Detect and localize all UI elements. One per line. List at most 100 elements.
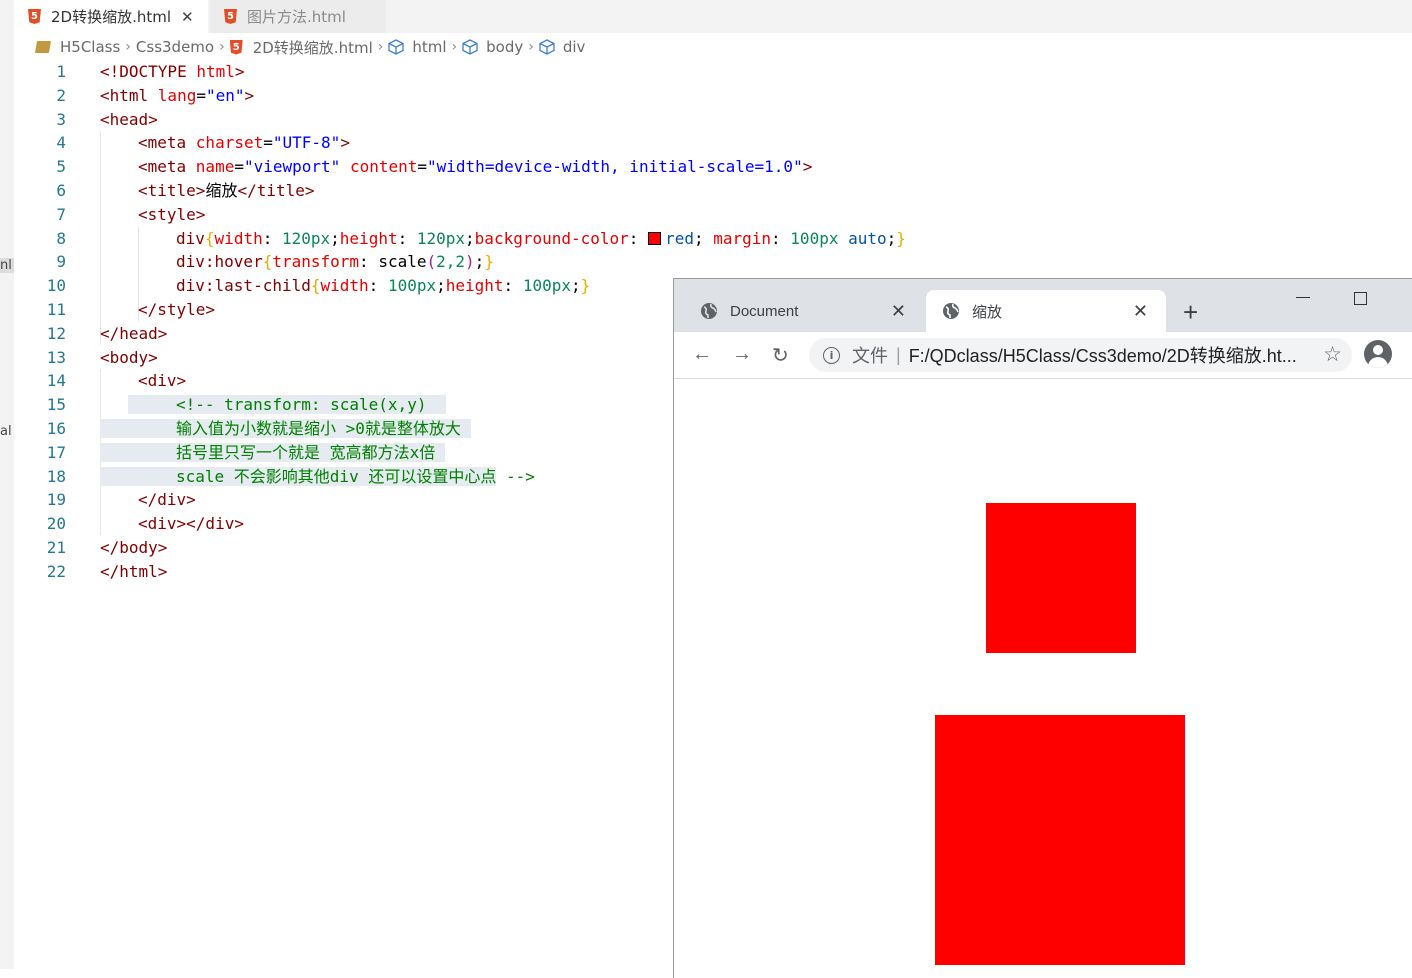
chevron-right-icon: › <box>451 39 458 55</box>
breadcrumb-item-html[interactable]: html <box>388 38 447 56</box>
code-token: --> <box>496 466 535 486</box>
code-line-1: <!DOCTYPE html> <box>100 60 1412 84</box>
code-line-4: <meta charset="UTF-8"> <box>100 131 1412 155</box>
line-number: 3 <box>56 109 66 129</box>
breadcrumb-label: H5Class <box>60 38 121 56</box>
panel-fragment: nl <box>0 258 14 273</box>
code-token: : <box>397 228 417 248</box>
code-token: 120px <box>416 228 466 248</box>
browser-toolbar: ← → ↻ i 文件 | F:/QDclass/H5Class/Css3demo… <box>674 332 1412 379</box>
code-token: <meta <box>138 133 196 153</box>
close-icon[interactable]: ✕ <box>181 8 194 26</box>
cube-icon <box>462 39 478 55</box>
code-token: > <box>244 85 255 105</box>
code-token: content <box>349 157 418 177</box>
code-token: ; <box>330 228 340 248</box>
code-token: </body> <box>100 537 168 557</box>
code-token: div <box>176 228 205 248</box>
code-token: = <box>263 133 273 153</box>
breadcrumb-item-h5class[interactable]: H5Class <box>34 38 121 56</box>
line-number: 8 <box>56 228 66 248</box>
browser-tab-document[interactable]: Document ✕ <box>674 290 924 332</box>
minimize-icon[interactable] <box>1296 297 1310 298</box>
line-number: 13 <box>46 347 66 367</box>
breadcrumb-item-css3demo[interactable]: Css3demo <box>136 38 214 56</box>
code-token: <style> <box>138 204 206 224</box>
info-icon[interactable]: i <box>823 346 840 364</box>
breadcrumb-item-file[interactable]: 5 2D转换缩放.html <box>229 37 373 58</box>
red-square-div[interactable] <box>986 503 1136 653</box>
chevron-right-icon: › <box>125 39 131 55</box>
code-token: "viewport" <box>243 157 341 177</box>
code-token: ; <box>693 228 714 248</box>
code-token: = <box>417 157 428 177</box>
address-bar[interactable]: i 文件 | F:/QDclass/H5Class/Css3demo/2D转换缩… <box>809 338 1352 372</box>
address-divider: | <box>896 344 901 365</box>
code-token: ) <box>465 252 475 272</box>
code-token: red <box>665 228 694 248</box>
code-line-6: <title>缩放</title> <box>100 179 1412 203</box>
maximize-icon[interactable] <box>1354 292 1367 305</box>
bookmark-star-icon[interactable]: ☆ <box>1323 342 1342 367</box>
avatar-body <box>1368 357 1388 368</box>
code-token: <body> <box>100 347 158 367</box>
breadcrumb-label: body <box>486 38 524 56</box>
line-number: 20 <box>46 514 66 534</box>
code-token: 100px <box>790 228 839 248</box>
code-token: ; <box>886 228 897 248</box>
code-token: transform <box>272 252 360 272</box>
line-number: 22 <box>46 561 66 581</box>
code-line-7: <style> <box>100 203 1412 227</box>
tab-image-method-html[interactable]: 5 图片方法.html <box>210 0 386 33</box>
code-token: height <box>445 276 504 296</box>
code-token: charset <box>195 133 264 153</box>
code-token: : <box>503 276 523 296</box>
html5-icon: 5 <box>28 9 41 24</box>
browser-tab-scale[interactable]: 缩放 ✕ <box>926 290 1166 332</box>
code-line-5: <meta name="viewport" content="width=dev… <box>100 155 1412 179</box>
forward-arrow-icon[interactable]: → <box>732 343 752 366</box>
address-scheme-label: 文件 <box>852 346 888 366</box>
activity-strip: nl al <box>0 0 14 969</box>
browser-tab-strip: Document ✕ 缩放 ✕ + <box>674 279 1412 332</box>
code-token: : <box>368 276 388 296</box>
code-token: } <box>484 252 494 272</box>
back-arrow-icon[interactable]: ← <box>692 343 712 366</box>
reload-icon[interactable]: ↻ <box>772 343 789 368</box>
profile-avatar-icon[interactable] <box>1364 340 1392 368</box>
code-token: <meta <box>138 157 196 177</box>
breadcrumb-item-body[interactable]: body <box>462 38 523 56</box>
browser-window: Document ✕ 缩放 ✕ + ← → ↻ i 文件 | F:/QDclas… <box>673 278 1412 978</box>
line-number: 11 <box>46 299 66 319</box>
breadcrumb: H5Class › Css3demo › 5 2D转换缩放.html › htm… <box>14 33 1412 61</box>
tab-label: 2D转换缩放.html <box>51 8 172 26</box>
breadcrumb-label: div <box>562 38 586 56</box>
new-tab-button[interactable]: + <box>1183 297 1198 328</box>
red-square-div-scaled[interactable] <box>935 715 1185 965</box>
line-number: 15 <box>46 395 66 415</box>
line-number: 2 <box>56 85 66 105</box>
code-token: height <box>339 228 398 248</box>
close-icon[interactable]: ✕ <box>891 301 906 322</box>
line-number: 14 <box>46 371 66 391</box>
code-token: <div></div> <box>138 514 244 534</box>
tab-2d-scale-html[interactable]: 5 2D转换缩放.html ✕ <box>14 0 208 33</box>
code-token: 括号里只写一个就是 宽高都方法x倍 <box>176 442 436 462</box>
page-viewport <box>674 379 1412 978</box>
color-swatch-icon[interactable] <box>648 231 662 245</box>
code-token: > <box>234 62 245 81</box>
code-token: { <box>204 228 215 248</box>
close-icon[interactable]: ✕ <box>1133 301 1148 322</box>
code-token: ; <box>465 228 475 248</box>
chevron-right-icon: › <box>219 39 225 55</box>
tab-label: 图片方法.html <box>247 8 346 26</box>
code-token: 120px <box>281 228 331 248</box>
code-token: 2,2 <box>436 252 466 272</box>
line-number: 10 <box>46 276 66 296</box>
line-number: 17 <box>46 442 66 462</box>
line-number: 5 <box>56 157 66 177</box>
breadcrumb-item-div[interactable]: div <box>539 38 586 56</box>
code-token: 缩放 <box>205 180 238 200</box>
code-token: auto <box>838 228 887 248</box>
